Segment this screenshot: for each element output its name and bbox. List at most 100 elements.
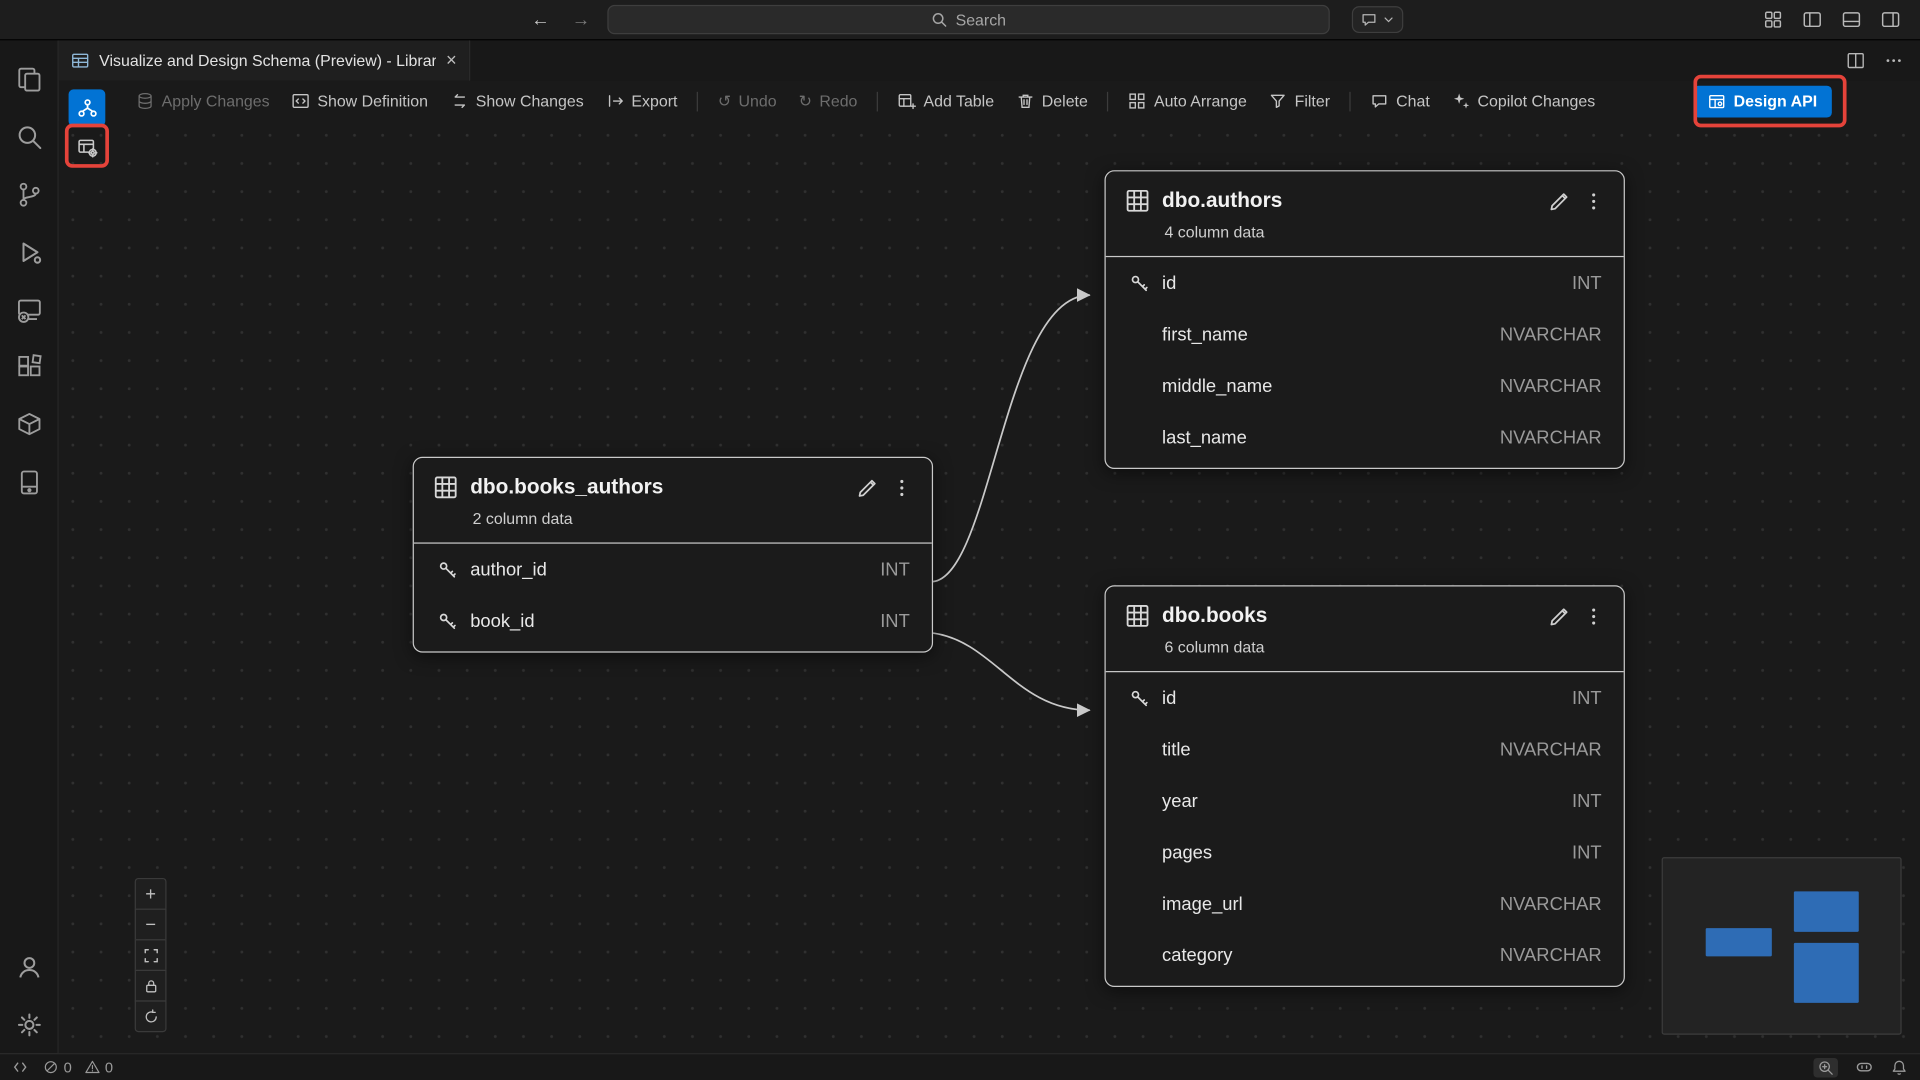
auto-arrange-icon	[1128, 92, 1146, 110]
chat-button[interactable]: Chat	[1359, 87, 1440, 115]
trash-icon	[1016, 92, 1034, 110]
undo-button[interactable]: ↺ Undo	[707, 86, 788, 115]
schema-designer-pane: Apply Changes Show Definition Show Chang…	[59, 81, 1920, 1053]
undo-label: Undo	[739, 92, 777, 110]
table-rows: author_idINTbook_idINT	[414, 544, 932, 647]
column-type: NVARCHAR	[1500, 324, 1602, 345]
column-type: NVARCHAR	[1500, 945, 1602, 966]
show-changes-label: Show Changes	[476, 92, 584, 110]
table-kebab-menu-icon[interactable]	[891, 477, 912, 498]
search-activity-icon[interactable]	[0, 108, 58, 166]
statusbar-right	[1813, 1057, 1907, 1077]
table-definition-button[interactable]	[69, 129, 106, 166]
export-button[interactable]: Export	[595, 87, 689, 115]
auto-arrange-button[interactable]: Auto Arrange	[1117, 87, 1258, 115]
minimap-books-authors-rect	[1706, 928, 1772, 956]
redo-button[interactable]: ↻ Redo	[788, 86, 869, 115]
table-column-row[interactable]: author_idINT	[414, 544, 932, 595]
toolbar-separator	[697, 91, 698, 111]
copilot-status-icon[interactable]	[1855, 1058, 1873, 1076]
copilot-changes-label: Copilot Changes	[1478, 92, 1596, 110]
table-column-row[interactable]: image_urlNVARCHAR	[1106, 878, 1624, 929]
more-actions-icon[interactable]	[1884, 51, 1902, 69]
table-column-row[interactable]: idINT	[1106, 257, 1624, 308]
table-column-row[interactable]: yearINT	[1106, 775, 1624, 826]
apply-changes-button[interactable]: Apply Changes	[125, 87, 281, 115]
table-kebab-menu-icon[interactable]	[1583, 190, 1604, 211]
filter-label: Filter	[1295, 92, 1330, 110]
schema-canvas[interactable]: dbo.books_authors 2 column data author_i…	[59, 121, 1920, 1053]
design-api-button[interactable]: Design API	[1693, 85, 1832, 117]
show-definition-button[interactable]: Show Definition	[281, 87, 439, 115]
database-projects-icon[interactable]	[0, 453, 58, 511]
column-name: id	[1162, 688, 1572, 709]
apply-changes-icon	[136, 92, 154, 110]
table-column-row[interactable]: pagesINT	[1106, 827, 1624, 878]
edit-table-icon[interactable]	[1548, 189, 1571, 212]
table-column-row[interactable]: idINT	[1106, 672, 1624, 723]
warning-count: 0	[105, 1059, 113, 1076]
navigate-back-button[interactable]: ←	[531, 9, 549, 30]
split-editor-icon[interactable]	[1847, 51, 1865, 69]
delete-button[interactable]: Delete	[1005, 87, 1099, 115]
designer-toolbar: Apply Changes Show Definition Show Chang…	[59, 81, 1920, 121]
edit-table-icon[interactable]	[1548, 604, 1571, 627]
copilot-changes-button[interactable]: Copilot Changes	[1441, 87, 1606, 115]
lock-view-button[interactable]	[135, 970, 167, 1002]
search-placeholder: Search	[956, 10, 1006, 28]
column-name: book_id	[470, 610, 880, 631]
table-card-books-authors[interactable]: dbo.books_authors 2 column data author_i…	[413, 457, 933, 653]
table-column-row[interactable]: book_idINT	[414, 595, 932, 646]
chat-label: Chat	[1396, 92, 1430, 110]
zoom-out-button[interactable]: −	[135, 909, 167, 941]
tab-schema-designer[interactable]: Visualize and Design Schema (Preview) - …	[59, 40, 470, 80]
fk-books-authors-to-books	[933, 633, 1090, 710]
notifications-bell-icon[interactable]	[1891, 1059, 1908, 1076]
navigate-forward-button[interactable]: →	[572, 9, 590, 30]
toggle-sidebar-icon[interactable]	[1802, 10, 1822, 30]
table-column-count: 6 column data	[1106, 628, 1624, 671]
vscode-window: ← → Search	[0, 0, 1920, 1080]
settings-gear-icon[interactable]	[0, 996, 58, 1054]
problems-indicator[interactable]: 0 0	[43, 1059, 113, 1076]
table-card-authors[interactable]: dbo.authors 4 column data idINTfirst_nam…	[1104, 170, 1624, 469]
search-input[interactable]: Search	[607, 5, 1329, 34]
remote-explorer-icon[interactable]	[0, 280, 58, 338]
table-column-row[interactable]: last_nameNVARCHAR	[1106, 411, 1624, 462]
designer-rail	[69, 89, 106, 165]
table-column-row[interactable]: middle_nameNVARCHAR	[1106, 360, 1624, 411]
add-table-button[interactable]: Add Table	[887, 87, 1005, 115]
toolbar-separator	[877, 91, 878, 111]
remote-indicator-icon[interactable]	[12, 1059, 28, 1075]
schema-visualization-button[interactable]	[69, 89, 106, 126]
table-kebab-menu-icon[interactable]	[1583, 606, 1604, 627]
zoom-status-icon[interactable]	[1813, 1057, 1837, 1077]
table-card-header: dbo.books_authors	[414, 458, 932, 500]
edit-table-icon[interactable]	[856, 476, 879, 499]
diagram-minimap[interactable]	[1662, 857, 1902, 1035]
zoom-in-button[interactable]: +	[135, 878, 167, 910]
table-rows: idINTfirst_nameNVARCHARmiddle_nameNVARCH…	[1106, 257, 1624, 463]
extensions-icon[interactable]	[0, 338, 58, 396]
accounts-icon[interactable]	[0, 938, 58, 996]
tab-close-button[interactable]: ×	[446, 50, 457, 71]
filter-button[interactable]: Filter	[1258, 87, 1341, 115]
titlebar-right	[1330, 6, 1920, 33]
source-control-icon[interactable]	[0, 165, 58, 223]
column-name: id	[1162, 272, 1572, 293]
run-debug-icon[interactable]	[0, 223, 58, 281]
show-changes-button[interactable]: Show Changes	[439, 87, 595, 115]
table-column-row[interactable]: categoryNVARCHAR	[1106, 929, 1624, 980]
explorer-icon[interactable]	[0, 50, 58, 108]
refresh-view-button[interactable]	[135, 1000, 167, 1032]
toggle-secondary-sidebar-icon[interactable]	[1881, 10, 1901, 30]
fit-view-button[interactable]	[135, 939, 167, 971]
layout-grid-icon[interactable]	[1763, 10, 1783, 30]
table-column-row[interactable]: first_nameNVARCHAR	[1106, 309, 1624, 360]
toggle-panel-icon[interactable]	[1842, 10, 1862, 30]
copilot-menu-button[interactable]	[1352, 6, 1403, 33]
database-cube-icon[interactable]	[0, 396, 58, 454]
table-card-books[interactable]: dbo.books 6 column data idINTtitleNVARCH…	[1104, 585, 1624, 987]
table-column-row[interactable]: titleNVARCHAR	[1106, 724, 1624, 775]
column-type: INT	[1572, 842, 1602, 863]
